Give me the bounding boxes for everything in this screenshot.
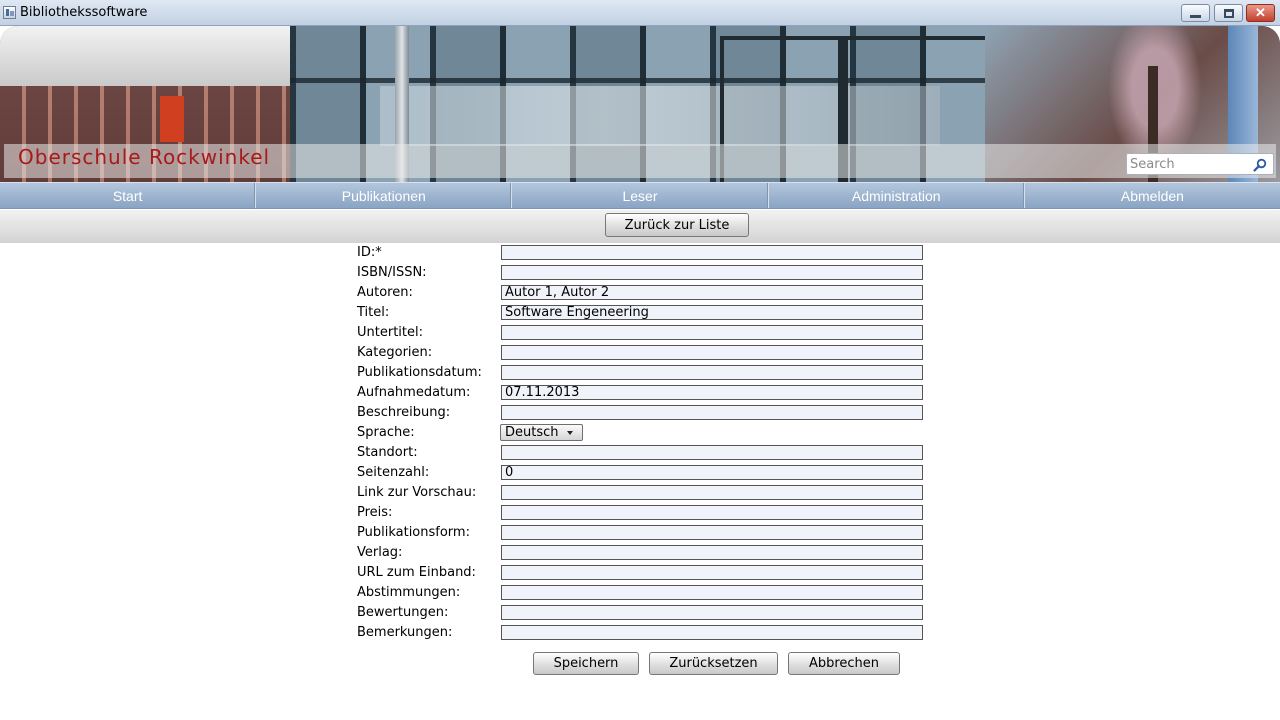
- close-icon: ✕: [1255, 5, 1266, 20]
- sprache-dropdown[interactable]: Deutsch: [500, 424, 583, 441]
- autoren-field[interactable]: [501, 285, 923, 300]
- save-button[interactable]: Speichern: [533, 652, 639, 675]
- search-icon[interactable]: [1253, 158, 1267, 172]
- vorschau-link-field[interactable]: [501, 485, 923, 500]
- reset-button[interactable]: Zurücksetzen: [649, 652, 778, 675]
- form-row-bemerkungen: Bemerkungen:: [357, 623, 927, 643]
- seitenzahl-field[interactable]: [501, 465, 923, 480]
- einband-url-field[interactable]: [501, 565, 923, 580]
- id-field[interactable]: [501, 245, 923, 260]
- field-label: URL zum Einband:: [357, 565, 476, 580]
- form-row-publikationsform: Publikationsform:: [357, 523, 927, 543]
- field-label: Beschreibung:: [357, 405, 451, 420]
- field-label: Seitenzahl:: [357, 465, 430, 480]
- field-label: Abstimmungen:: [357, 585, 461, 600]
- field-label: Preis:: [357, 505, 393, 520]
- field-label: Sprache:: [357, 425, 415, 440]
- form-row-abstimmungen: Abstimmungen:: [357, 583, 927, 603]
- form-row-id: ID:*: [357, 243, 927, 263]
- form-row-preis: Preis:: [357, 503, 927, 523]
- minimize-icon: [1182, 5, 1209, 21]
- field-label: Verlag:: [357, 545, 403, 560]
- action-bar: Zurück zur Liste: [0, 210, 1280, 243]
- kategorien-field[interactable]: [501, 345, 923, 360]
- school-name: Oberschule Rockwinkel: [18, 145, 271, 169]
- titel-field[interactable]: [501, 305, 923, 320]
- field-label: Publikationsform:: [357, 525, 470, 540]
- field-label: ISBN/ISSN:: [357, 265, 427, 280]
- publikationsform-field[interactable]: [501, 525, 923, 540]
- form-row-verlag: Verlag:: [357, 543, 927, 563]
- sprache-selected-value: Deutsch: [505, 425, 559, 440]
- cancel-button[interactable]: Abbrechen: [788, 652, 900, 675]
- form-row-beschreibung: Beschreibung:: [357, 403, 927, 423]
- maximize-icon: [1215, 5, 1242, 21]
- bemerkungen-field[interactable]: [501, 625, 923, 640]
- untertitel-field[interactable]: [501, 325, 923, 340]
- nav-item-abmelden[interactable]: Abmelden: [1025, 183, 1280, 208]
- form-row-bewertungen: Bewertungen:: [357, 603, 927, 623]
- nav-item-leser[interactable]: Leser: [512, 183, 769, 208]
- header-banner: Oberschule Rockwinkel: [0, 26, 1280, 182]
- field-label: Bemerkungen:: [357, 625, 453, 640]
- form-row-isbn: ISBN/ISSN:: [357, 263, 927, 283]
- field-label: Untertitel:: [357, 325, 423, 340]
- form-row-seitenzahl: Seitenzahl:: [357, 463, 927, 483]
- close-button[interactable]: ✕: [1246, 4, 1275, 22]
- app-icon: [3, 6, 16, 19]
- publication-form: ID:* ISBN/ISSN: Autoren: Titel: Untertit…: [0, 243, 1280, 720]
- verlag-field[interactable]: [501, 545, 923, 560]
- window-title: Bibliothekssoftware: [20, 5, 148, 20]
- form-row-sprache: Sprache: Deutsch: [357, 423, 927, 443]
- field-label: Publikationsdatum:: [357, 365, 482, 380]
- main-nav: Start Publikationen Leser Administration…: [0, 182, 1280, 209]
- search-input[interactable]: [1130, 156, 1252, 173]
- field-label: Standort:: [357, 445, 418, 460]
- caret-down-icon: [567, 431, 573, 435]
- form-row-publikationsdatum: Publikationsdatum:: [357, 363, 927, 383]
- nav-item-start[interactable]: Start: [0, 183, 257, 208]
- field-label: Autoren:: [357, 285, 413, 300]
- aufnahmedatum-field[interactable]: [501, 385, 923, 400]
- search-box[interactable]: [1126, 153, 1274, 175]
- field-label: Kategorien:: [357, 345, 433, 360]
- form-row-untertitel: Untertitel:: [357, 323, 927, 343]
- form-row-titel: Titel:: [357, 303, 927, 323]
- nav-item-administration[interactable]: Administration: [769, 183, 1025, 208]
- standort-field[interactable]: [501, 445, 923, 460]
- minimize-button[interactable]: [1181, 4, 1210, 22]
- maximize-button[interactable]: [1214, 4, 1243, 22]
- form-row-vorschau-link: Link zur Vorschau:: [357, 483, 927, 503]
- isbn-field[interactable]: [501, 265, 923, 280]
- form-row-kategorien: Kategorien:: [357, 343, 927, 363]
- form-row-aufnahmedatum: Aufnahmedatum:: [357, 383, 927, 403]
- field-label: Link zur Vorschau:: [357, 485, 477, 500]
- preis-field[interactable]: [501, 505, 923, 520]
- back-to-list-button[interactable]: Zurück zur Liste: [605, 213, 749, 237]
- field-label: ID:*: [357, 245, 382, 260]
- field-label: Aufnahmedatum:: [357, 385, 471, 400]
- bewertungen-field[interactable]: [501, 605, 923, 620]
- window-titlebar: Bibliothekssoftware ✕: [0, 0, 1280, 26]
- field-label: Titel:: [357, 305, 390, 320]
- publikationsdatum-field[interactable]: [501, 365, 923, 380]
- nav-item-publikationen[interactable]: Publikationen: [256, 183, 513, 208]
- abstimmungen-field[interactable]: [501, 585, 923, 600]
- form-row-standort: Standort:: [357, 443, 927, 463]
- field-label: Bewertungen:: [357, 605, 449, 620]
- beschreibung-field[interactable]: [501, 405, 923, 420]
- form-row-autoren: Autoren:: [357, 283, 927, 303]
- form-row-einband-url: URL zum Einband:: [357, 563, 927, 583]
